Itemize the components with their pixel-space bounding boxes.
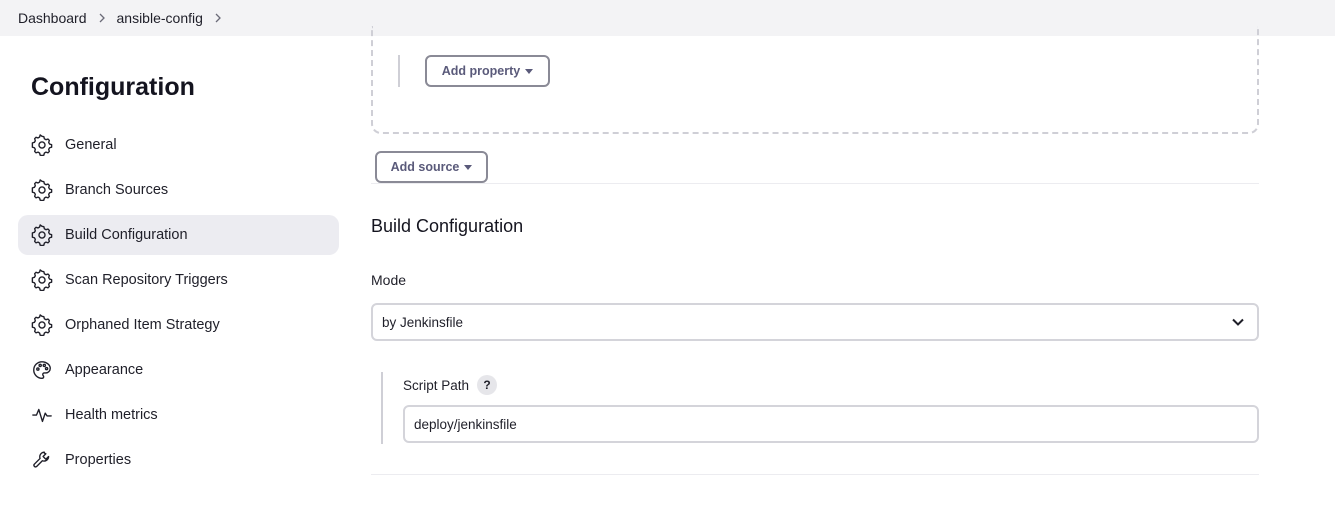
sidebar-item-label: Health metrics [65, 407, 158, 423]
chevron-right-icon [87, 13, 117, 23]
gear-icon [30, 133, 54, 157]
sidebar-item-label: Properties [65, 452, 132, 468]
caret-down-icon [525, 68, 534, 74]
mode-label: Mode [371, 272, 407, 288]
sidebar-item-appearance[interactable]: Appearance [18, 350, 339, 390]
sidebar-item-properties[interactable]: Properties [18, 440, 339, 480]
help-icon[interactable]: ? [477, 375, 498, 395]
pulse-icon [30, 403, 54, 427]
script-path-label: Script Path ? [403, 375, 498, 395]
gear-icon [30, 178, 54, 202]
sidebar-item-label: Orphaned Item Strategy [65, 317, 220, 333]
sidebar-item-label: Appearance [65, 362, 144, 378]
section-title: Build Configuration [371, 216, 524, 236]
sidebar-item-scan-repository-triggers[interactable]: Scan Repository Triggers [18, 260, 339, 300]
script-path-input[interactable] [403, 405, 1259, 443]
gear-icon [30, 313, 54, 337]
sidebar-item-general[interactable]: General [18, 125, 339, 165]
chevron-down-icon [1231, 315, 1245, 329]
sidebar-item-build-configuration[interactable]: Build Configuration [18, 215, 339, 255]
add-source-button[interactable]: Add source [375, 151, 488, 183]
mode-selected-value: by Jenkinsfile [382, 314, 464, 330]
sidebar-item-health-metrics[interactable]: Health metrics [18, 395, 339, 435]
wrench-icon [30, 448, 54, 472]
sidebar-item-label: Branch Sources [65, 182, 169, 198]
sidebar-item-label: General [65, 137, 117, 153]
breadcrumb-dashboard[interactable]: Dashboard [18, 10, 87, 26]
palette-icon [30, 358, 54, 382]
page-title: Configuration [31, 73, 195, 101]
section-divider [371, 474, 1259, 475]
chevron-right-icon[interactable] [203, 13, 233, 23]
gear-icon [30, 268, 54, 292]
sidebar-item-branch-sources[interactable]: Branch Sources [18, 170, 339, 210]
mode-select[interactable]: by Jenkinsfile [371, 303, 1259, 341]
sidebar-nav: General Branch Sources Build Configurati… [18, 125, 339, 480]
sidebar-item-orphaned-item-strategy[interactable]: Orphaned Item Strategy [18, 305, 339, 345]
property-indent-line [398, 55, 400, 87]
sidebar: Configuration General Branch Sources Bui… [18, 36, 339, 485]
sidebar-item-label: Scan Repository Triggers [65, 272, 228, 288]
add-property-button[interactable]: Add property [425, 55, 550, 87]
caret-down-icon [464, 164, 473, 170]
nested-indent-line [381, 372, 383, 444]
gear-icon [30, 223, 54, 247]
section-divider [371, 183, 1259, 184]
breadcrumb-ansible-config[interactable]: ansible-config [117, 10, 203, 26]
sidebar-item-label: Build Configuration [65, 227, 188, 243]
